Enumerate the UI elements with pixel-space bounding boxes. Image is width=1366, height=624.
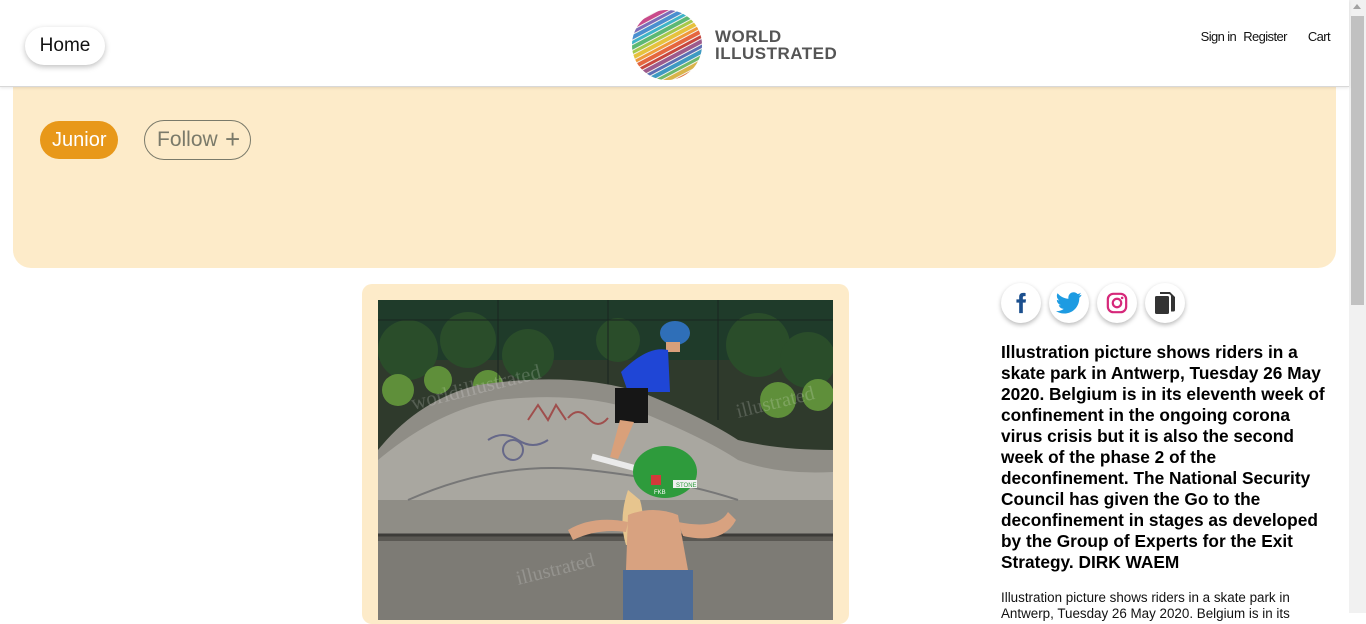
- page-scrollbar[interactable]: [1349, 0, 1366, 613]
- photo-caption-title: Illustration picture shows riders in a s…: [1001, 342, 1325, 572]
- instagram-share-button[interactable]: [1097, 283, 1137, 323]
- skate-park-photo[interactable]: STONE FKB worldillustrated illustrated i…: [378, 300, 833, 620]
- follow-label: Follow: [157, 128, 218, 151]
- helmet-text-1: STONE: [676, 483, 697, 489]
- scrollbar-thumb[interactable]: [1351, 16, 1364, 305]
- facebook-icon: [1016, 292, 1027, 314]
- topic-banner: Junior Follow +: [13, 86, 1336, 268]
- photo-caption-body: Illustration picture shows riders in a s…: [1001, 590, 1290, 621]
- cart-link[interactable]: Cart: [1308, 29, 1331, 44]
- sign-in-link[interactable]: Sign in: [1201, 29, 1237, 44]
- account-nav: Sign in Register Cart: [1201, 29, 1331, 44]
- plus-icon: +: [225, 124, 241, 154]
- site-header: Home WORLD ILLUSTRATED Sign in Register …: [0, 0, 1349, 87]
- copy-icon: [1155, 292, 1175, 314]
- logo-wordmark[interactable]: WORLD ILLUSTRATED: [715, 28, 837, 62]
- logo-line-1: WORLD: [715, 27, 782, 46]
- logo-line-2: ILLUSTRATED: [715, 44, 838, 63]
- follow-button[interactable]: Follow +: [144, 120, 251, 160]
- copy-link-button[interactable]: [1145, 283, 1185, 323]
- photo-illustration: STONE FKB worldillustrated illustrated i…: [378, 300, 833, 620]
- helmet-text-2: FKB: [654, 490, 666, 496]
- instagram-icon: [1106, 292, 1128, 314]
- register-link[interactable]: Register: [1243, 29, 1287, 44]
- image-card: STONE FKB worldillustrated illustrated i…: [362, 284, 849, 624]
- topic-tag[interactable]: Junior: [40, 121, 119, 159]
- home-button[interactable]: Home: [25, 27, 105, 65]
- world-illustrated-logo[interactable]: [631, 9, 703, 81]
- facebook-share-button[interactable]: [1001, 283, 1041, 323]
- scroll-up-arrow-icon[interactable]: [1353, 4, 1361, 9]
- twitter-icon: [1056, 292, 1082, 314]
- twitter-share-button[interactable]: [1049, 283, 1089, 323]
